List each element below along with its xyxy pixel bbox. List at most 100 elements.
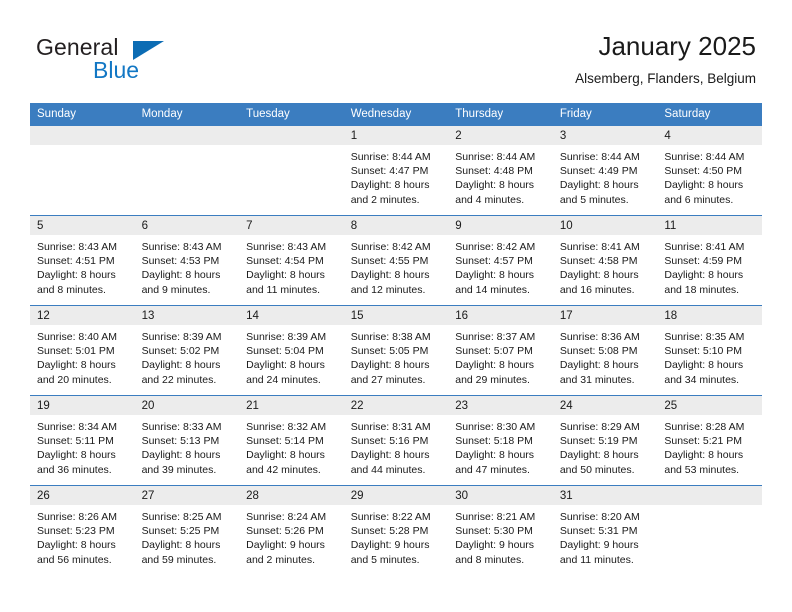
calendar-day-cell[interactable]: 15 Sunrise: 8:38 AM Sunset: 5:05 PM Dayligh…	[343, 305, 449, 396]
calendar-cell-empty	[30, 125, 135, 216]
daylight-text: Daylight: 9 hours	[559, 539, 639, 552]
calendar-day-cell[interactable]: 11 Sunrise: 8:41 AM Sunset: 4:59 PM Dayligh…	[657, 215, 762, 306]
daylight-text-cont: and 5 minutes.	[350, 553, 420, 566]
sunrise-text: Sunrise: 8:43 AM	[37, 241, 117, 253]
sunrise-text: Sunrise: 8:36 AM	[559, 331, 640, 343]
calendar-day-cell[interactable]: 4 Sunrise: 8:44 AM Sunset: 4:50 PM Daylight…	[657, 125, 762, 216]
calendar-day-cell[interactable]: 17 Sunrise: 8:36 AM Sunset: 5:08 PM Dayligh…	[552, 305, 658, 396]
calendar-day-cell[interactable]: 24 Sunrise: 8:29 AM Sunset: 5:19 PM Dayligh…	[552, 395, 658, 486]
sunset-text: Sunset: 4:51 PM	[37, 255, 115, 268]
day-details: Sunrise: 8:24 AM Sunset: 5:26 PM Daylight:…	[239, 505, 344, 567]
day-details: Sunrise: 8:39 AM Sunset: 5:02 PM Daylight:…	[135, 325, 240, 387]
day-number	[30, 126, 135, 145]
day-number: 19	[30, 396, 135, 415]
daylight-text: Daylight: 8 hours	[455, 179, 535, 192]
weekday-header-wednesday: Wednesday	[343, 103, 449, 126]
calendar-week-row: 12 Sunrise: 8:40 AM Sunset: 5:01 PM Dayligh…	[30, 305, 762, 396]
daylight-text: Daylight: 8 hours	[37, 539, 116, 552]
day-details: Sunrise: 8:42 AM Sunset: 4:57 PM Daylight:…	[448, 235, 553, 297]
sunset-text: Sunset: 5:26 PM	[246, 525, 324, 538]
weekday-header-thursday: Thursday	[448, 103, 553, 126]
calendar-day-cell[interactable]: 30 Sunrise: 8:21 AM Sunset: 5:30 PM Dayligh…	[448, 485, 553, 576]
calendar-day-cell[interactable]: 21 Sunrise: 8:32 AM Sunset: 5:14 PM Dayligh…	[239, 395, 344, 486]
day-details: Sunrise: 8:33 AM Sunset: 5:13 PM Daylight:…	[135, 415, 240, 477]
sunset-text: Sunset: 5:25 PM	[141, 525, 220, 538]
daylight-text-cont: and 42 minutes.	[246, 463, 321, 476]
calendar-day-cell[interactable]: 5 Sunrise: 8:43 AM Sunset: 4:51 PM Daylight…	[30, 215, 135, 306]
calendar-day-cell[interactable]: 29 Sunrise: 8:22 AM Sunset: 5:28 PM Dayligh…	[343, 485, 449, 576]
calendar-day-cell[interactable]: 20 Sunrise: 8:33 AM Sunset: 5:13 PM Dayligh…	[134, 395, 240, 486]
calendar-day-cell[interactable]: 10 Sunrise: 8:41 AM Sunset: 4:58 PM Dayligh…	[552, 215, 658, 306]
calendar-day-cell[interactable]: 13 Sunrise: 8:39 AM Sunset: 5:02 PM Dayligh…	[134, 305, 240, 396]
weekday-header-friday: Friday	[552, 103, 658, 126]
calendar-week-row: 26 Sunrise: 8:26 AM Sunset: 5:23 PM Dayligh…	[30, 485, 762, 576]
calendar-day-cell[interactable]: 1 Sunrise: 8:44 AM Sunset: 4:47 PM Daylight…	[343, 125, 449, 216]
sunset-text: Sunset: 4:54 PM	[246, 255, 324, 268]
calendar-week-row: 5 Sunrise: 8:43 AM Sunset: 4:51 PM Daylight…	[30, 215, 762, 306]
day-details: Sunrise: 8:36 AM Sunset: 5:08 PM Daylight:…	[553, 325, 658, 387]
day-number	[657, 486, 762, 505]
day-details: Sunrise: 8:39 AM Sunset: 5:04 PM Daylight:…	[239, 325, 344, 387]
calendar-day-cell[interactable]: 12 Sunrise: 8:40 AM Sunset: 5:01 PM Dayligh…	[30, 305, 135, 396]
daylight-text-cont: and 4 minutes.	[455, 193, 525, 206]
general-blue-logo[interactable]: General Blue	[36, 34, 256, 90]
calendar-day-cell[interactable]: 9 Sunrise: 8:42 AM Sunset: 4:57 PM Daylight…	[448, 215, 553, 306]
calendar-cell-empty	[239, 125, 344, 216]
calendar-day-cell[interactable]: 3 Sunrise: 8:44 AM Sunset: 4:49 PM Daylight…	[552, 125, 658, 216]
calendar-day-cell[interactable]: 8 Sunrise: 8:42 AM Sunset: 4:55 PM Daylight…	[343, 215, 449, 306]
day-number: 31	[552, 486, 658, 505]
daylight-text-cont: and 8 minutes.	[37, 283, 106, 296]
calendar-day-cell[interactable]: 19 Sunrise: 8:34 AM Sunset: 5:11 PM Dayligh…	[30, 395, 135, 486]
daylight-text-cont: and 56 minutes.	[37, 553, 112, 566]
daylight-text: Daylight: 8 hours	[350, 449, 430, 462]
day-number	[134, 126, 240, 145]
calendar-day-cell[interactable]: 23 Sunrise: 8:30 AM Sunset: 5:18 PM Dayligh…	[448, 395, 553, 486]
day-details: Sunrise: 8:22 AM Sunset: 5:28 PM Daylight:…	[344, 505, 449, 567]
day-details: Sunrise: 8:41 AM Sunset: 4:58 PM Daylight:…	[553, 235, 658, 297]
sunrise-text: Sunrise: 8:44 AM	[455, 151, 536, 163]
daylight-text: Daylight: 8 hours	[455, 449, 535, 462]
sunrise-text: Sunrise: 8:39 AM	[246, 331, 327, 343]
daylight-text: Daylight: 9 hours	[350, 539, 430, 552]
calendar-week-row: 19 Sunrise: 8:34 AM Sunset: 5:11 PM Dayligh…	[30, 395, 762, 486]
day-details: Sunrise: 8:26 AM Sunset: 5:23 PM Daylight:…	[30, 505, 135, 567]
sunset-text: Sunset: 5:28 PM	[350, 525, 429, 538]
day-number: 10	[552, 216, 658, 235]
daylight-text-cont: and 11 minutes.	[246, 283, 321, 296]
sunset-text: Sunset: 4:57 PM	[455, 255, 533, 268]
day-number: 24	[552, 396, 658, 415]
calendar-day-cell[interactable]: 27 Sunrise: 8:25 AM Sunset: 5:25 PM Dayligh…	[134, 485, 240, 576]
daylight-text-cont: and 39 minutes.	[141, 463, 217, 476]
sunrise-text: Sunrise: 8:38 AM	[350, 331, 431, 343]
calendar-day-cell[interactable]: 14 Sunrise: 8:39 AM Sunset: 5:04 PM Dayligh…	[239, 305, 344, 396]
calendar-day-cell[interactable]: 31 Sunrise: 8:20 AM Sunset: 5:31 PM Dayligh…	[552, 485, 658, 576]
day-details: Sunrise: 8:20 AM Sunset: 5:31 PM Daylight:…	[553, 505, 658, 567]
sunrise-text: Sunrise: 8:42 AM	[455, 241, 536, 253]
daylight-text-cont: and 9 minutes.	[141, 283, 211, 296]
calendar-day-cell[interactable]: 28 Sunrise: 8:24 AM Sunset: 5:26 PM Dayligh…	[239, 485, 344, 576]
sunset-text: Sunset: 5:18 PM	[455, 435, 533, 448]
daylight-text-cont: and 29 minutes.	[455, 373, 530, 386]
sunrise-text: Sunrise: 8:29 AM	[559, 421, 640, 433]
sunrise-text: Sunrise: 8:21 AM	[455, 511, 536, 523]
logo-text-blue: Blue	[93, 57, 140, 83]
calendar-day-cell[interactable]: 22 Sunrise: 8:31 AM Sunset: 5:16 PM Dayligh…	[343, 395, 449, 486]
calendar-day-cell[interactable]: 6 Sunrise: 8:43 AM Sunset: 4:53 PM Daylight…	[134, 215, 240, 306]
sunset-text: Sunset: 4:55 PM	[350, 255, 429, 268]
sunrise-text: Sunrise: 8:43 AM	[246, 241, 327, 253]
calendar-day-cell[interactable]: 7 Sunrise: 8:43 AM Sunset: 4:54 PM Daylight…	[239, 215, 344, 306]
title-block: January 2025 Alsemberg, Flanders, Belgiu…	[575, 30, 756, 88]
calendar-day-cell[interactable]: 25 Sunrise: 8:28 AM Sunset: 5:21 PM Dayligh…	[657, 395, 762, 486]
calendar-day-cell[interactable]: 26 Sunrise: 8:26 AM Sunset: 5:23 PM Dayligh…	[30, 485, 135, 576]
day-number: 26	[30, 486, 135, 505]
calendar-day-cell[interactable]: 16 Sunrise: 8:37 AM Sunset: 5:07 PM Dayligh…	[448, 305, 553, 396]
page-header: General Blue January 2025 Alsemberg, Fla…	[0, 0, 792, 103]
day-details: Sunrise: 8:37 AM Sunset: 5:07 PM Daylight:…	[448, 325, 553, 387]
daylight-text-cont: and 8 minutes.	[455, 553, 525, 566]
daylight-text: Daylight: 9 hours	[246, 539, 325, 552]
day-number: 7	[239, 216, 344, 235]
day-number	[239, 126, 344, 145]
calendar-day-cell[interactable]: 2 Sunrise: 8:44 AM Sunset: 4:48 PM Daylight…	[448, 125, 553, 216]
calendar-day-cell[interactable]: 18 Sunrise: 8:35 AM Sunset: 5:10 PM Dayligh…	[657, 305, 762, 396]
day-number: 3	[552, 126, 658, 145]
